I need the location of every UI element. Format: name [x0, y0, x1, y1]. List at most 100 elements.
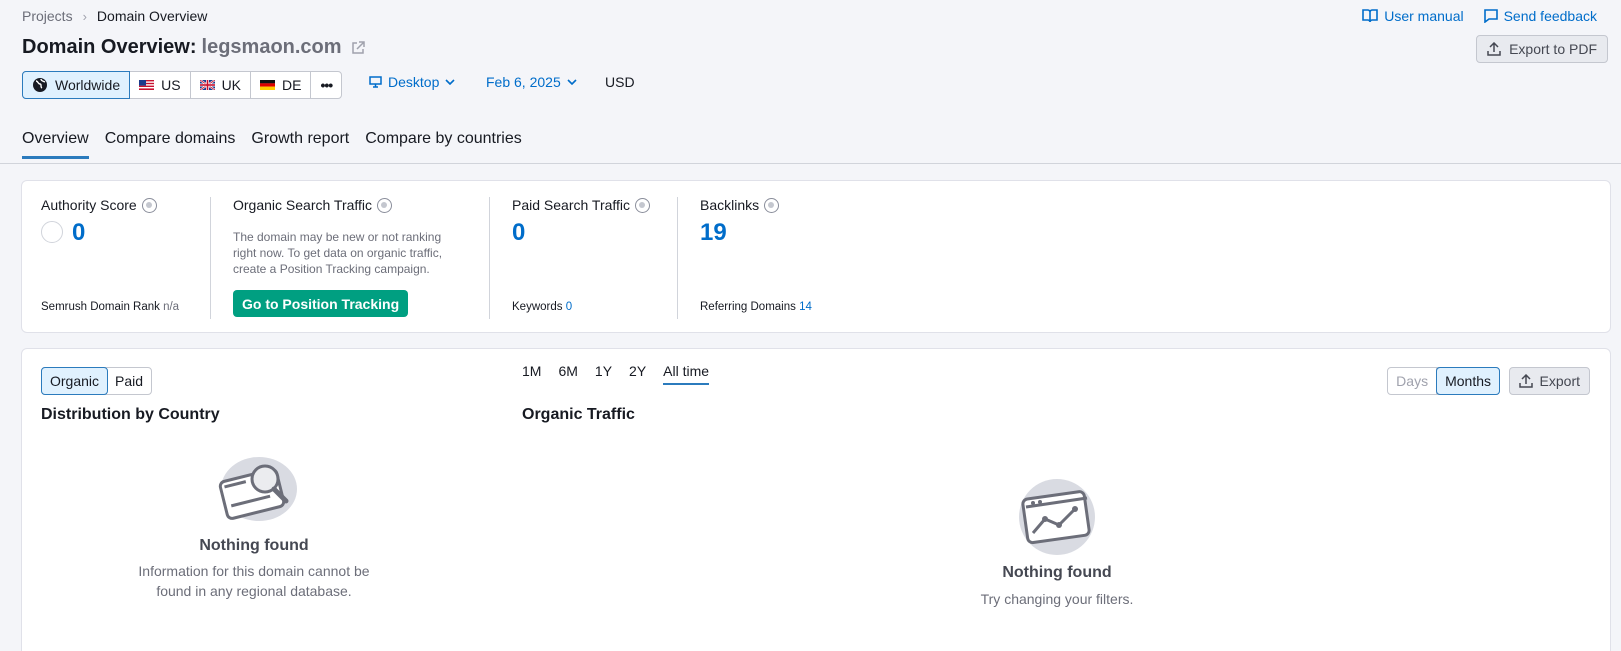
region-uk[interactable]: UK	[191, 72, 252, 98]
tab-overview[interactable]: Overview	[22, 130, 89, 159]
period-6m[interactable]: 6M	[558, 363, 577, 385]
toggle-paid[interactable]: Paid	[107, 368, 151, 394]
organic-traffic-title: Organic Traffic	[522, 406, 635, 423]
period-2y[interactable]: 2Y	[629, 363, 646, 385]
domain-rank-label: Semrush Domain Rank	[41, 301, 160, 313]
paid-keywords-value[interactable]: 0	[566, 301, 572, 313]
region-label: US	[161, 77, 181, 93]
paid-traffic-label: Paid Search Traffic	[512, 197, 651, 213]
chevron-down-icon	[567, 79, 577, 85]
granularity-toggle: Days Months	[1387, 367, 1500, 395]
region-selector: Worldwide US UK DE •••	[22, 71, 343, 99]
period-all-time[interactable]: All time	[663, 363, 710, 385]
more-regions-button[interactable]: •••	[311, 72, 341, 98]
paid-traffic-title: Paid Search Traffic	[512, 197, 631, 213]
currency-label: USD	[605, 74, 635, 90]
export-button[interactable]: Export	[1508, 367, 1590, 395]
paid-traffic-value[interactable]: 0	[512, 219, 525, 247]
chart-window-illustration	[1019, 479, 1095, 555]
authority-score-title: Authority Score	[41, 197, 137, 213]
date-label: Feb 6, 2025	[486, 74, 561, 90]
user-manual-link[interactable]: User manual	[1362, 8, 1464, 24]
globe-icon	[33, 78, 47, 92]
book-icon	[1362, 9, 1379, 23]
domain-rank-value: n/a	[163, 301, 180, 313]
tab-divider	[0, 163, 1621, 164]
more-icon: •••	[320, 77, 333, 93]
region-label: DE	[282, 77, 302, 93]
traffic-empty-title: Nothing found	[1002, 564, 1112, 581]
toggle-days[interactable]: Days	[1388, 368, 1438, 394]
region-label: Worldwide	[55, 77, 121, 93]
top-links: User manual Send feedback	[1362, 8, 1597, 24]
metrics-card: Authority Score 0 Semrush Domain Rank n/…	[21, 180, 1611, 333]
authority-score-metric: Authority Score 0 Semrush Domain Rank n/…	[41, 181, 211, 332]
chevron-down-icon	[445, 79, 455, 85]
chat-icon	[1483, 9, 1498, 23]
date-dropdown[interactable]: Feb 6, 2025	[486, 74, 577, 90]
organic-traffic-label: Organic Search Traffic	[233, 197, 393, 213]
organic-traffic-description: The domain may be new or not ranking rig…	[233, 230, 443, 276]
paid-traffic-metric: Paid Search Traffic 0 Keywords 0	[512, 181, 672, 332]
authority-score-label: Authority Score	[41, 197, 157, 213]
region-de[interactable]: DE	[251, 72, 312, 98]
tab-compare-domains[interactable]: Compare domains	[105, 130, 236, 159]
flag-uk-icon	[199, 80, 215, 90]
tab-compare-by-countries[interactable]: Compare by countries	[365, 130, 522, 159]
info-icon[interactable]	[377, 197, 393, 213]
page-title: Domain Overview: legsmaon.com	[22, 36, 365, 59]
period-1y[interactable]: 1Y	[595, 363, 612, 385]
backlinks-metric: Backlinks 19 Referring Domains 14	[700, 181, 900, 332]
paid-keywords-label: Keywords	[512, 301, 563, 313]
user-manual-label: User manual	[1384, 8, 1464, 24]
distribution-empty-title: Nothing found	[199, 537, 309, 554]
region-us[interactable]: US	[130, 72, 191, 98]
traffic-card: Organic Paid 1M 6M 1Y 2Y All time Days M…	[21, 348, 1611, 651]
breadcrumb: Projects › Domain Overview	[22, 8, 207, 24]
search-document-illustration	[218, 457, 297, 521]
upload-icon	[1518, 374, 1533, 388]
referring-domains-label: Referring Domains	[700, 301, 796, 313]
upload-icon	[1487, 42, 1501, 56]
traffic-type-toggle: Organic Paid	[41, 367, 153, 395]
desktop-icon	[369, 76, 382, 88]
backlinks-value[interactable]: 19	[700, 219, 727, 247]
info-icon[interactable]	[764, 197, 780, 213]
distribution-title: Distribution by Country	[41, 406, 220, 423]
tab-growth-report[interactable]: Growth report	[251, 130, 349, 159]
export-pdf-button[interactable]: Export to PDF	[1476, 35, 1608, 63]
authority-score-value[interactable]: 0	[72, 219, 85, 247]
device-dropdown[interactable]: Desktop	[369, 74, 455, 90]
period-1m[interactable]: 1M	[522, 363, 541, 385]
backlinks-title: Backlinks	[700, 197, 760, 213]
info-icon[interactable]	[141, 197, 157, 213]
flag-de-icon	[260, 80, 276, 90]
go-to-position-tracking-button[interactable]: Go to Position Tracking	[233, 290, 409, 317]
send-feedback-link[interactable]: Send feedback	[1483, 8, 1597, 24]
page-title-prefix: Domain Overview:	[22, 36, 197, 58]
breadcrumb-current: Domain Overview	[96, 8, 208, 24]
paid-keywords: Keywords 0	[512, 301, 572, 313]
organic-traffic-metric: Organic Search Traffic The domain may be…	[233, 181, 483, 332]
referring-domains-value[interactable]: 14	[799, 301, 812, 313]
tab-bar: Overview Compare domains Growth report C…	[22, 130, 522, 159]
region-label: UK	[221, 77, 242, 93]
metric-divider	[677, 197, 678, 319]
score-gauge-icon	[41, 221, 63, 243]
export-label: Export	[1539, 373, 1580, 389]
info-icon[interactable]	[635, 197, 651, 213]
export-pdf-label: Export to PDF	[1509, 41, 1597, 57]
traffic-empty-description: Try changing your filters.	[980, 591, 1134, 607]
send-feedback-label: Send feedback	[1503, 8, 1597, 24]
distribution-empty-description: Information for this domain cannot be fo…	[138, 563, 370, 599]
breadcrumb-projects-link[interactable]: Projects	[22, 8, 73, 24]
backlinks-label: Backlinks	[700, 197, 780, 213]
flag-us-icon	[139, 80, 155, 90]
domain-rank: Semrush Domain Rank n/a	[41, 301, 179, 313]
toggle-months[interactable]: Months	[1436, 367, 1500, 395]
toggle-organic[interactable]: Organic	[41, 367, 109, 395]
region-worldwide[interactable]: Worldwide	[22, 71, 131, 99]
chevron-right-icon: ›	[82, 8, 87, 24]
external-link-icon[interactable]	[351, 40, 365, 55]
metric-divider	[489, 197, 490, 319]
